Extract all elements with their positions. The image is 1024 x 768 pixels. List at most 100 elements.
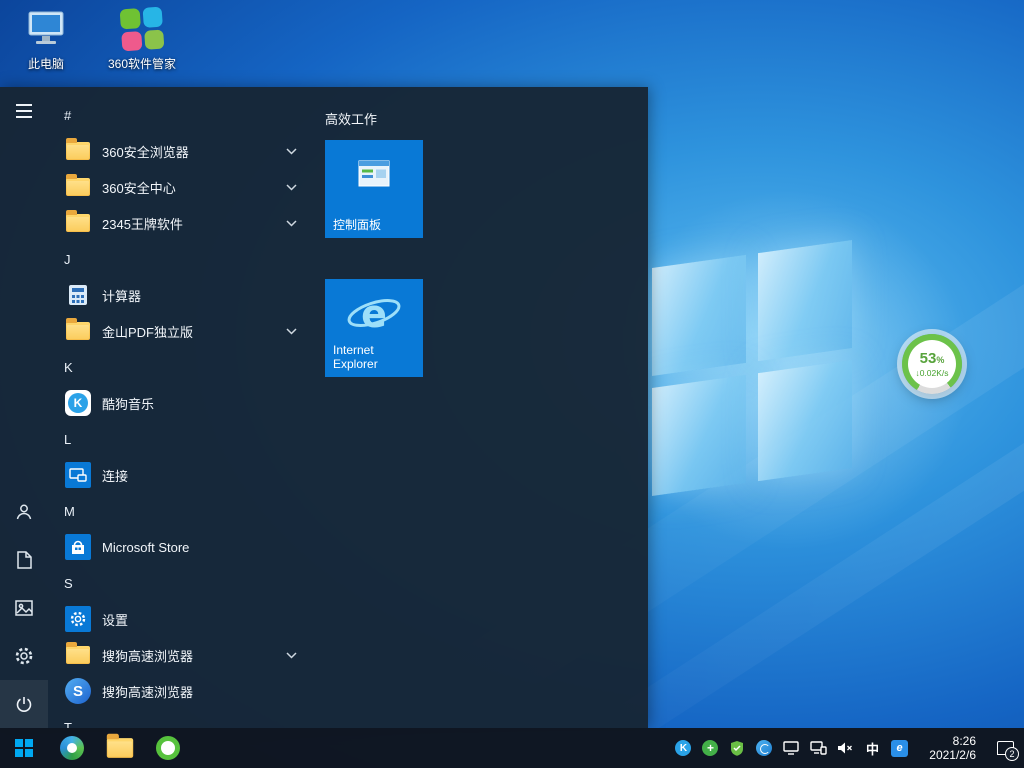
calculator-icon xyxy=(64,281,92,309)
start-app-item[interactable]: 计算器 xyxy=(48,277,310,313)
svg-text:e: e xyxy=(361,292,387,336)
app-label: 搜狗高速浏览器 xyxy=(102,646,193,665)
pictures-button[interactable] xyxy=(0,584,48,632)
start-rail xyxy=(0,87,48,728)
tile-label: 控制面板 xyxy=(333,218,381,232)
alpha-header[interactable]: L xyxy=(48,421,310,457)
chevron-down-icon[interactable] xyxy=(286,652,297,659)
speed-ball-widget[interactable]: 53% ↓0.02K/s xyxy=(902,334,962,394)
network-tray-icon[interactable] xyxy=(810,740,827,757)
start-app-item[interactable]: 金山PDF独立版 xyxy=(48,313,310,349)
start-app-item[interactable]: Microsoft Store xyxy=(48,529,310,565)
action-center-button[interactable]: 2 xyxy=(990,728,1020,768)
start-app-item[interactable]: 2345王牌软件 xyxy=(48,205,310,241)
power-button[interactable] xyxy=(0,680,48,728)
taskbar-file-explorer-button[interactable] xyxy=(96,728,144,768)
app-label: Microsoft Store xyxy=(102,540,189,555)
windows-logo-pane xyxy=(652,255,746,376)
chevron-down-icon[interactable] xyxy=(286,184,297,191)
app-label: 360安全中心 xyxy=(102,178,176,197)
connect-icon xyxy=(64,461,92,489)
network-speed: ↓0.02K/s xyxy=(915,368,948,378)
ie-tray-icon[interactable]: e xyxy=(891,740,908,757)
start-app-item[interactable]: 搜狗高速浏览器 xyxy=(48,637,310,673)
memory-percent: 53% xyxy=(920,351,945,368)
start-button[interactable] xyxy=(0,728,48,768)
sogou-browser-icon: S xyxy=(64,677,92,705)
start-app-item[interactable]: 360安全中心 xyxy=(48,169,310,205)
app-label: 连接 xyxy=(102,466,128,485)
alpha-header[interactable]: M xyxy=(48,493,310,529)
start-app-item[interactable]: 连接 xyxy=(48,457,310,493)
notification-badge: 2 xyxy=(1005,747,1019,761)
ime-indicator[interactable]: 中 xyxy=(864,739,881,758)
desktop-icon-this-pc[interactable]: 此电脑 xyxy=(6,8,86,72)
display-tray-icon[interactable] xyxy=(783,740,800,757)
start-app-item[interactable]: 设置 xyxy=(48,601,310,637)
tile-label: Internet Explorer xyxy=(333,343,413,371)
folder-icon xyxy=(64,173,92,201)
desktop-icon-360-software[interactable]: 360软件管家 xyxy=(102,8,182,72)
app-label: 金山PDF独立版 xyxy=(102,322,193,341)
user-account-button[interactable] xyxy=(0,488,48,536)
start-app-list: # 360安全浏览器 360安全中心 2345王牌软件 J xyxy=(48,87,310,728)
kugou-music-icon: K xyxy=(64,389,92,417)
driver-tray-icon[interactable] xyxy=(756,740,773,757)
alpha-header[interactable]: T xyxy=(48,709,310,728)
computer-icon xyxy=(24,8,68,50)
start-app-item[interactable]: S 搜狗高速浏览器 xyxy=(48,673,310,709)
tile-internet-explorer[interactable]: e Internet Explorer xyxy=(325,279,423,377)
app-label: 计算器 xyxy=(102,286,141,305)
app-label: 酷狗音乐 xyxy=(102,394,154,413)
start-menu: # 360安全浏览器 360安全中心 2345王牌软件 J xyxy=(0,87,648,728)
internet-explorer-icon: e xyxy=(325,289,423,341)
360-browser-icon xyxy=(156,736,180,760)
settings-rail-button[interactable] xyxy=(0,632,48,680)
screen: 此电脑 360软件管家 xyxy=(0,0,1024,768)
chevron-down-icon[interactable] xyxy=(286,328,297,335)
taskbar: K + xyxy=(0,728,1024,768)
tile-control-panel[interactable]: 控制面板 xyxy=(325,140,423,238)
windows-logo-pane xyxy=(652,375,746,496)
windows-logo xyxy=(652,240,852,496)
alpha-header[interactable]: J xyxy=(48,241,310,277)
start-tiles: 高效工作 控制面板 e xyxy=(325,87,423,728)
rail-spacer xyxy=(0,135,48,488)
folder-icon xyxy=(64,209,92,237)
start-app-item[interactable]: 360安全浏览器 xyxy=(48,133,310,169)
taskbar-clock[interactable]: 8:26 2021/2/6 xyxy=(918,734,980,762)
documents-button[interactable] xyxy=(0,536,48,584)
app-label: 搜狗高速浏览器 xyxy=(102,682,193,701)
folder-icon xyxy=(64,641,92,669)
taskbar-360-browser-button[interactable] xyxy=(144,728,192,768)
health-tray-icon[interactable]: + xyxy=(702,740,719,757)
desktop-icon-label: 此电脑 xyxy=(28,55,64,72)
desktop-icon-label: 360软件管家 xyxy=(108,55,176,72)
windows-start-icon xyxy=(15,739,33,757)
settings-app-icon xyxy=(64,605,92,633)
shield-tray-icon[interactable] xyxy=(729,740,746,757)
alpha-header[interactable]: K xyxy=(48,349,310,385)
clock-date: 2021/2/6 xyxy=(922,748,976,762)
hamburger-menu-button[interactable] xyxy=(0,87,48,135)
taskbar-360-safe-button[interactable] xyxy=(48,728,96,768)
system-tray: K + xyxy=(675,728,1024,768)
control-panel-icon xyxy=(325,160,423,187)
chevron-down-icon[interactable] xyxy=(286,220,297,227)
kugou-tray-icon[interactable]: K xyxy=(675,740,692,757)
app-label: 设置 xyxy=(102,610,128,629)
desktop-icons: 此电脑 360软件管家 xyxy=(6,8,182,72)
app-label: 2345王牌软件 xyxy=(102,214,183,233)
file-explorer-icon xyxy=(107,738,133,758)
chevron-down-icon[interactable] xyxy=(286,148,297,155)
alpha-header[interactable]: # xyxy=(48,97,310,133)
alpha-header[interactable]: S xyxy=(48,565,310,601)
volume-muted-icon[interactable] xyxy=(837,740,854,757)
app-label: 360安全浏览器 xyxy=(102,142,189,161)
start-app-item[interactable]: K 酷狗音乐 xyxy=(48,385,310,421)
windows-logo-pane xyxy=(758,360,852,481)
folder-icon xyxy=(64,317,92,345)
speed-ball-inner: 53% ↓0.02K/s xyxy=(908,340,956,388)
microsoft-store-icon xyxy=(64,533,92,561)
tile-group-title[interactable]: 高效工作 xyxy=(325,109,423,128)
